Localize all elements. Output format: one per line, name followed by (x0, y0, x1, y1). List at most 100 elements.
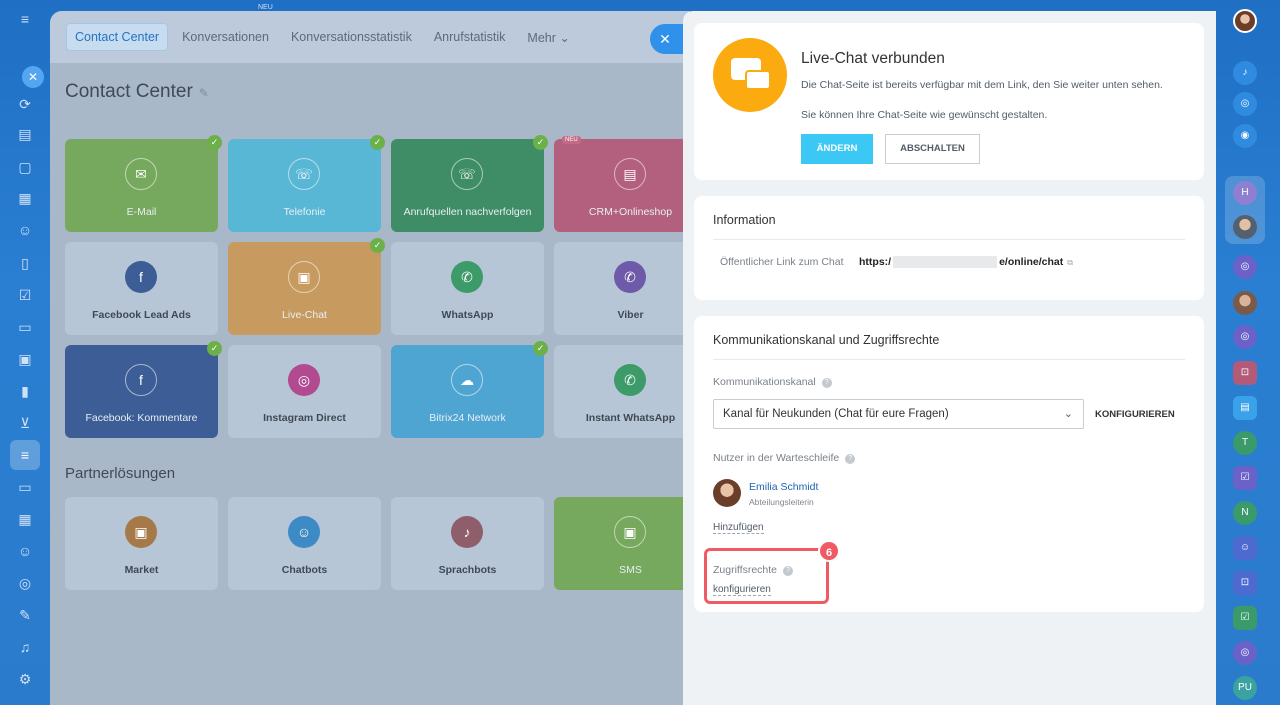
calendar-icon[interactable]: ▦ (15, 188, 35, 208)
public-link[interactable]: https:/ e/online/chat ⧉ (859, 256, 1073, 269)
redacted-link-part (893, 256, 998, 269)
tile-voicebots[interactable]: ♪ Sprachbots (391, 497, 544, 590)
tile-label: CRM+Onlineshop (588, 206, 673, 218)
queue-label-text: Nutzer in der Warteschleife (713, 452, 840, 464)
tile-whatsapp[interactable]: ✆ WhatsApp (391, 242, 544, 335)
lock-icon[interactable]: ⊡ (1233, 361, 1257, 385)
target-icon[interactable]: ◎ (1233, 92, 1257, 116)
sync-icon[interactable]: ⟳ (15, 94, 35, 114)
chat-target-icon[interactable]: ◎ (1233, 255, 1257, 279)
user-name-link[interactable]: Emilia Schmidt (749, 481, 818, 493)
channel-select[interactable]: Kanal für Neukunden (Chat für eure Frage… (713, 399, 1084, 429)
tile-instagram-direct[interactable]: ◎ Instagram Direct (228, 345, 381, 438)
disable-button[interactable]: ABSCHALTEN (885, 134, 980, 164)
configure-channel-button[interactable]: KONFIGURIEREN (1095, 409, 1175, 420)
chat-avatar-person[interactable] (1233, 291, 1257, 315)
tile-sms[interactable]: ▣ SMS (554, 497, 690, 590)
tile-label: Facebook: Kommentare (85, 412, 198, 424)
check-icon: ✓ (533, 135, 548, 150)
analytics-icon[interactable]: ▮ (15, 381, 35, 401)
channel-label: Kommunikationskanal? (713, 376, 832, 388)
tab-conversation-stats[interactable]: Konversationsstatistik (283, 24, 420, 50)
configure-rights-link[interactable]: konfigurieren (713, 584, 771, 596)
tile-live-chat[interactable]: ▣ Live-Chat ✓ (228, 238, 385, 335)
feed-icon[interactable]: ▤ (15, 124, 35, 144)
chat-avatar-h[interactable]: H (1233, 181, 1257, 205)
live-chat-icon (713, 38, 787, 112)
tile-telephony[interactable]: ☏ Telefonie ✓ (228, 135, 385, 232)
headset-icon[interactable]: ♫ (15, 637, 35, 657)
chat-avatar-t[interactable]: T (1233, 431, 1257, 455)
chat-avatar-n[interactable]: N (1233, 501, 1257, 525)
tab-conversations[interactable]: Konversationen (174, 24, 277, 50)
step-badge: 6 (818, 540, 840, 562)
tile-instant-whatsapp[interactable]: ✆ Instant WhatsApp (554, 345, 690, 438)
chat-target-icon[interactable]: ◎ (1233, 641, 1257, 665)
channel-access-card: Kommunikationskanal und Zugriffsrechte K… (694, 316, 1204, 612)
tile-label: Bitrix24 Network (429, 412, 506, 424)
tab-call-stats[interactable]: Anrufstatistik (426, 24, 514, 50)
facebook-comments-icon: f (125, 364, 157, 396)
left-sidebar: ≡ ✕ ⟳ ▤ ▢ ▦ ☺ ▯ ☑ ▭ ▣ ▮ ⊻ ≡ ▭ ▦ ☺ ◎ ✎ ♫ … (0, 0, 50, 705)
tile-facebook-lead-ads[interactable]: f Facebook Lead Ads (65, 242, 218, 335)
document-icon[interactable]: ▯ (15, 253, 35, 273)
group-icon[interactable]: ☺ (15, 220, 35, 240)
presentation-icon[interactable]: ▣ (15, 349, 35, 369)
channel-label-text: Kommunikationskanal (713, 376, 816, 388)
tile-chatbots[interactable]: ☺ Chatbots (228, 497, 381, 590)
schedule-icon[interactable]: ▦ (15, 509, 35, 529)
close-slider-button[interactable]: ✕ (650, 24, 684, 54)
card-icon[interactable]: ▭ (15, 477, 35, 497)
connected-card: Live-Chat verbunden Die Chat-Seite ist b… (694, 23, 1204, 180)
external-link-icon[interactable]: ⧉ (1067, 258, 1073, 267)
task-icon[interactable]: ☑ (15, 285, 35, 305)
tile-bitrix24-network[interactable]: ☁ Bitrix24 Network ✓ (391, 341, 548, 438)
chat-target-icon[interactable]: ◎ (1233, 325, 1257, 349)
chat-avatar-person[interactable] (1233, 215, 1257, 239)
message-icon[interactable]: ▤ (1233, 396, 1257, 420)
edit-icon[interactable]: ✎ (199, 86, 209, 100)
tile-crm-onlineshop[interactable]: ▤ CRM+Onlineshop NEU (554, 136, 690, 232)
settings-icon[interactable]: ⚙ (15, 669, 35, 689)
sign-icon[interactable]: ✎ (15, 605, 35, 625)
box-icon: ▣ (125, 516, 157, 548)
tile-viber[interactable]: ✆ Viber (554, 242, 690, 335)
tile-email[interactable]: ✉ E-Mail ✓ (65, 135, 222, 232)
user-avatar[interactable] (1233, 9, 1257, 33)
tile-label: Live-Chat (282, 309, 327, 321)
contact-center-icon[interactable]: ≡ (10, 440, 40, 470)
crm-icon[interactable]: ▭ (15, 317, 35, 337)
close-icon[interactable]: ✕ (22, 66, 44, 88)
tile-label: Viber (617, 309, 644, 321)
add-user-link[interactable]: Hinzufügen (713, 522, 764, 534)
checkbox-icon[interactable]: ☑ (1233, 466, 1257, 490)
bot-icon[interactable]: ☺ (15, 541, 35, 561)
chat-icon[interactable]: ▢ (15, 157, 35, 177)
tile-market[interactable]: ▣ Market (65, 497, 218, 590)
tile-call-tracking[interactable]: ☏ Anrufquellen nachverfolgen ✓ (391, 135, 548, 232)
top-navigation: Contact Center Konversationen Konversati… (50, 11, 690, 63)
chat-avatar-pu[interactable]: PU (1233, 676, 1257, 700)
help-icon[interactable]: ? (821, 378, 832, 388)
target-icon[interactable]: ◎ (15, 573, 35, 593)
shop-icon: ▤ (614, 158, 646, 190)
page-title: Contact Center ✎ (65, 81, 209, 103)
help-icon[interactable]: ? (845, 454, 856, 464)
cart-icon[interactable]: ⊻ (15, 413, 35, 433)
change-button[interactable]: ÄNDERN (801, 134, 873, 164)
group-chat-icon[interactable]: ☺ (1233, 536, 1257, 560)
new-badge: NEU (562, 136, 581, 144)
tab-contact-center[interactable]: Contact Center (66, 23, 169, 51)
bell-icon[interactable]: ♪ (1233, 61, 1257, 85)
new-badge: NEU (258, 4, 273, 11)
search-chat-icon[interactable]: ◉ (1233, 124, 1257, 148)
public-link-label: Öffentlicher Link zum Chat (720, 256, 844, 268)
sms-box-icon: ▣ (614, 516, 646, 548)
checkbox-icon[interactable]: ☑ (1233, 606, 1257, 630)
lock-icon[interactable]: ⊡ (1233, 571, 1257, 595)
tile-facebook-comments[interactable]: f Facebook: Kommentare ✓ (65, 341, 222, 438)
help-icon[interactable]: ? (783, 566, 793, 576)
menu-icon[interactable]: ≡ (15, 9, 35, 29)
envelope-icon: ✉ (125, 158, 157, 190)
tab-more[interactable]: Mehr ⌄ (519, 24, 577, 51)
